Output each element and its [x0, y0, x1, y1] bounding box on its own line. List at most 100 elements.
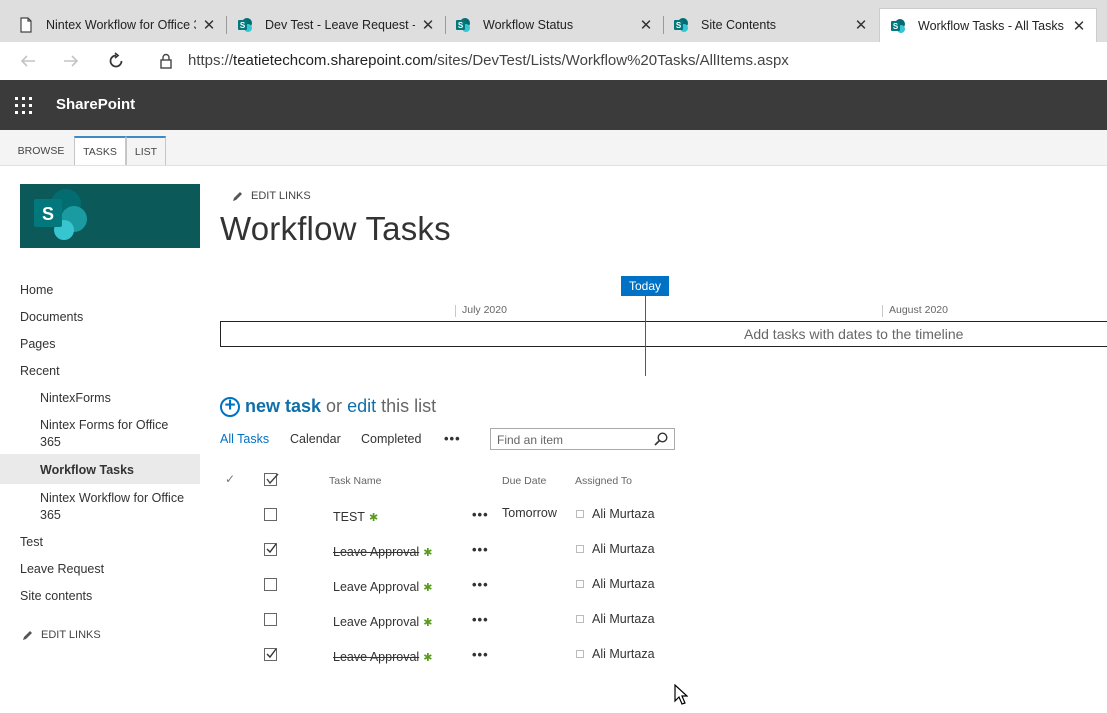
add-circle-icon[interactable]: + [220, 396, 240, 417]
svg-text:S: S [676, 21, 682, 30]
suite-brand-link[interactable]: SharePoint [56, 96, 135, 113]
assigned-to[interactable]: Ali Murtaza [576, 577, 655, 591]
new-task-link[interactable]: new task [245, 396, 321, 417]
nav-item-workflow-tasks[interactable]: Workflow Tasks [40, 462, 190, 479]
site-logo[interactable]: S [20, 184, 200, 248]
presence-icon [576, 510, 584, 518]
timeline-tick [455, 305, 456, 317]
task-link[interactable]: Leave Approval ✱ [333, 545, 432, 559]
nav-item-site-contents[interactable]: Site contents [20, 588, 92, 605]
close-icon[interactable]: ✕ [421, 16, 435, 34]
browser-tab[interactable]: S Dev Test - Leave Request - A ✕ [227, 8, 445, 42]
row-checkbox[interactable] [264, 613, 277, 626]
assigned-to[interactable]: Ali Murtaza [576, 542, 655, 556]
column-task-name[interactable]: Task Name [329, 475, 382, 487]
item-menu-icon[interactable]: ••• [472, 612, 489, 627]
row-checkbox[interactable] [264, 508, 277, 521]
close-icon[interactable]: ✕ [202, 16, 216, 34]
nav-item-documents[interactable]: Documents [20, 309, 83, 326]
svg-text:S: S [458, 21, 464, 30]
close-icon[interactable]: ✕ [1072, 17, 1086, 35]
row-checkbox[interactable] [264, 578, 277, 591]
lock-icon[interactable] [155, 50, 177, 72]
browser-tab-active[interactable]: S Workflow Tasks - All Tasks ✕ [879, 8, 1097, 42]
task-link[interactable]: Leave Approval ✱ [333, 615, 432, 629]
new-item-icon: ✱ [368, 511, 379, 524]
item-menu-icon[interactable]: ••• [472, 507, 489, 522]
sharepoint-icon: S [674, 18, 688, 32]
new-item-icon: ✱ [423, 546, 433, 559]
sharepoint-icon: S [456, 18, 470, 32]
pencil-icon [23, 630, 32, 640]
task-link[interactable]: Leave Approval ✱ [333, 580, 432, 594]
more-views-icon[interactable]: ••• [444, 431, 461, 446]
header-check-mark: ✓ [225, 472, 236, 486]
title-edit-links[interactable]: EDIT LINKS [232, 190, 311, 202]
browser-tab[interactable]: Nintex Workflow for Office 3 ✕ [8, 8, 226, 42]
close-icon[interactable]: ✕ [854, 16, 868, 34]
nav-item-nintex-workflow-office365[interactable]: Nintex Workflow for Office 365 [40, 490, 190, 524]
assigned-to[interactable]: Ali Murtaza [576, 647, 655, 661]
due-date: Tomorrow [502, 506, 557, 520]
back-icon[interactable] [17, 50, 39, 72]
item-menu-icon[interactable]: ••• [472, 542, 489, 557]
nav-edit-links[interactable]: EDIT LINKS [22, 629, 101, 641]
new-item-icon: ✱ [423, 651, 433, 664]
browser-tab[interactable]: S Site Contents ✕ [663, 8, 878, 42]
task-link[interactable]: TEST ✱ [333, 510, 378, 524]
view-calendar[interactable]: Calendar [290, 432, 341, 446]
timeline-bar[interactable] [220, 321, 1107, 347]
svg-text:S: S [240, 21, 246, 30]
presence-icon [576, 545, 584, 553]
browser-tab[interactable]: S Workflow Status ✕ [445, 8, 663, 42]
edit-list-link[interactable]: edit [347, 396, 376, 417]
presence-icon [576, 650, 584, 658]
page-title: Workflow Tasks [220, 210, 451, 247]
nav-item-recent[interactable]: Recent [20, 363, 60, 380]
new-task-bar: + new task or edit this list [220, 396, 436, 417]
presence-icon [576, 615, 584, 623]
pencil-icon [233, 191, 242, 201]
forward-icon[interactable] [60, 50, 82, 72]
view-all-tasks[interactable]: All Tasks [220, 432, 269, 446]
timeline-tick [882, 305, 883, 317]
ribbon-tab-browse[interactable]: BROWSE [12, 136, 70, 165]
browser-tab-strip: Nintex Workflow for Office 3 ✕ S Dev Tes… [0, 0, 1107, 43]
page-icon [20, 17, 32, 33]
search-icon[interactable] [654, 432, 668, 446]
nav-item-pages[interactable]: Pages [20, 336, 55, 353]
new-item-icon: ✱ [423, 581, 433, 594]
search-input[interactable]: Find an item [490, 428, 675, 450]
select-all-checkbox[interactable] [264, 473, 279, 486]
sharepoint-icon: S [238, 18, 252, 32]
nav-item-home[interactable]: Home [20, 282, 53, 299]
row-checkbox-checked[interactable] [264, 648, 277, 661]
row-checkbox-checked[interactable] [264, 543, 277, 556]
column-assigned-to[interactable]: Assigned To [575, 475, 632, 487]
assigned-to[interactable]: Ali Murtaza [576, 612, 655, 626]
nav-item-nintex-forms-office365[interactable]: Nintex Forms for Office 365 [40, 417, 190, 451]
nav-item-leave-request[interactable]: Leave Request [20, 561, 104, 578]
view-completed[interactable]: Completed [361, 432, 421, 446]
suite-bar: SharePoint [0, 80, 1107, 130]
assigned-to[interactable]: Ali Murtaza [576, 507, 655, 521]
ribbon-tab-list[interactable]: LIST [126, 136, 166, 165]
item-menu-icon[interactable]: ••• [472, 647, 489, 662]
today-marker: Today [621, 276, 669, 296]
timeline-empty-message: Add tasks with dates to the timeline [744, 326, 964, 342]
nav-item-test[interactable]: Test [20, 534, 43, 551]
sharepoint-icon: S [891, 18, 905, 33]
task-link[interactable]: Leave Approval ✱ [333, 650, 432, 664]
column-due-date[interactable]: Due Date [502, 475, 546, 487]
mouse-cursor-icon [674, 684, 688, 705]
url-field[interactable]: https://teatietechcom.sharepoint.com/sit… [188, 52, 789, 69]
item-menu-icon[interactable]: ••• [472, 577, 489, 592]
nav-item-nintexforms[interactable]: NintexForms [40, 390, 190, 407]
ribbon-tab-tasks[interactable]: TASKS [74, 136, 126, 165]
timeline-month-label: July 2020 [462, 304, 507, 316]
presence-icon [576, 580, 584, 588]
refresh-icon[interactable] [105, 50, 127, 72]
close-icon[interactable]: ✕ [639, 16, 653, 34]
svg-text:S: S [893, 22, 899, 31]
app-launcher-icon[interactable] [15, 97, 32, 114]
